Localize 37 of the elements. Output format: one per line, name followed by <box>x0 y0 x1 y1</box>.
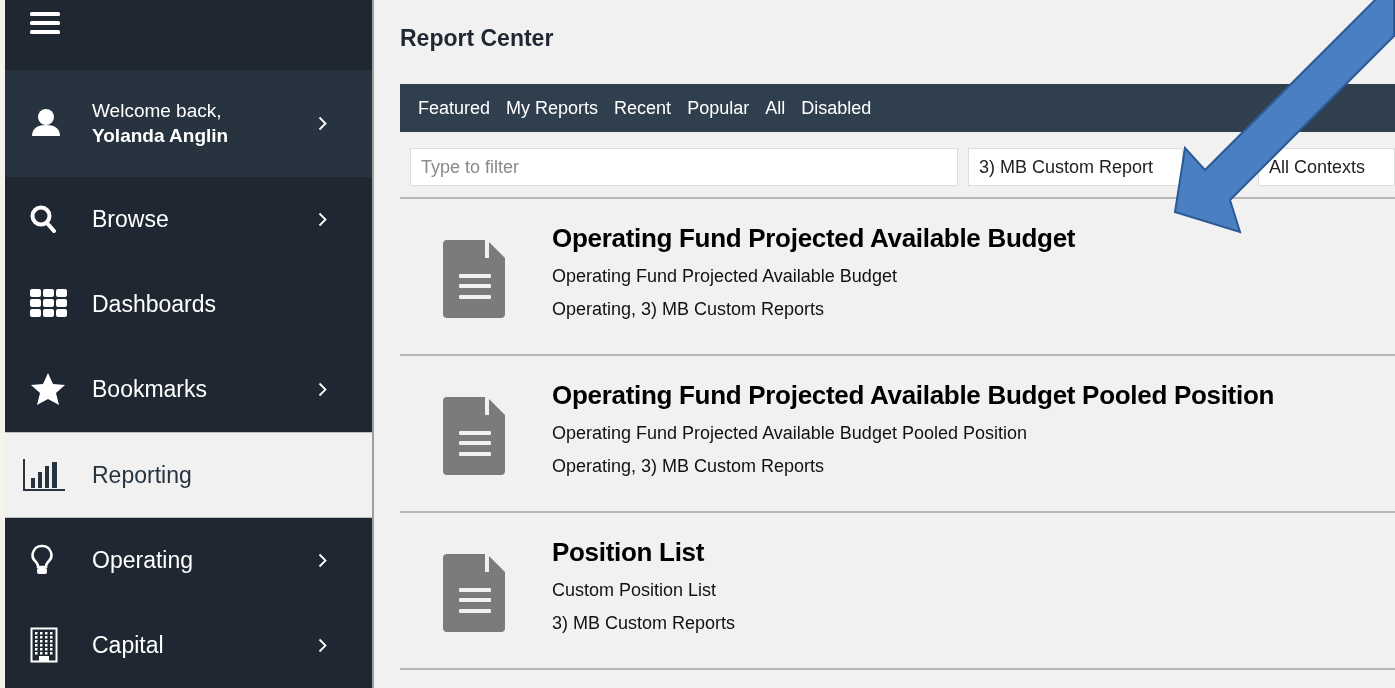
sidebar-item[interactable]: Capital <box>5 603 372 688</box>
tab[interactable]: Featured <box>412 93 497 123</box>
tab[interactable]: Popular <box>681 93 756 123</box>
grid-icon <box>30 289 68 319</box>
category-select[interactable]: 3) MB Custom Report <box>968 148 1183 186</box>
tab[interactable]: Recent <box>608 93 678 123</box>
filter-field[interactable]: Type to filter <box>410 148 958 186</box>
user-name: Yolanda Anglin <box>92 124 230 149</box>
welcome-text: Welcome back, <box>92 99 223 124</box>
report-description: Operating Fund Projected Available Budget <box>552 266 898 287</box>
context-select[interactable]: All Contexts <box>1258 148 1395 186</box>
page-title: Report Center <box>400 24 555 53</box>
sidebar-item[interactable]: Dashboards <box>5 262 372 347</box>
sidebar-item[interactable]: Browse <box>5 177 372 262</box>
sidebar-item[interactable]: Operating <box>5 518 372 603</box>
sidebar-item[interactable]: Bookmarks <box>5 347 372 432</box>
report-description: Operating Fund Projected Available Budget Pooled Position <box>552 423 1028 444</box>
search-icon <box>30 205 56 233</box>
lightbulb-icon <box>30 544 54 576</box>
sidebar-item[interactable]: Reporting <box>5 432 372 518</box>
tab[interactable]: My Reports <box>500 93 605 123</box>
report-tags: Operating, 3) MB Custom Reports <box>552 299 1076 320</box>
report-title[interactable]: Position List <box>552 537 736 568</box>
user-icon <box>30 108 62 139</box>
user-menu-item[interactable]: Welcome back, Yolanda Anglin <box>5 69 372 177</box>
menu-icon[interactable] <box>30 12 60 36</box>
report-title[interactable]: Operating Fund Projected Available Budget Pooled Position <box>552 380 1275 411</box>
star-icon <box>30 372 66 406</box>
bar-chart-icon <box>22 458 66 492</box>
tab[interactable]: Disabled <box>795 93 878 123</box>
tab[interactable]: All <box>759 93 792 123</box>
report-title[interactable]: Operating Fund Projected Available Budget <box>552 223 1076 254</box>
chevron-right-icon <box>318 115 327 131</box>
report-tags: Operating, 3) MB Custom Reports <box>552 456 1275 477</box>
building-icon <box>30 627 58 663</box>
report-description: Custom Position List <box>552 580 718 601</box>
report-tags: 3) MB Custom Reports <box>552 613 736 634</box>
